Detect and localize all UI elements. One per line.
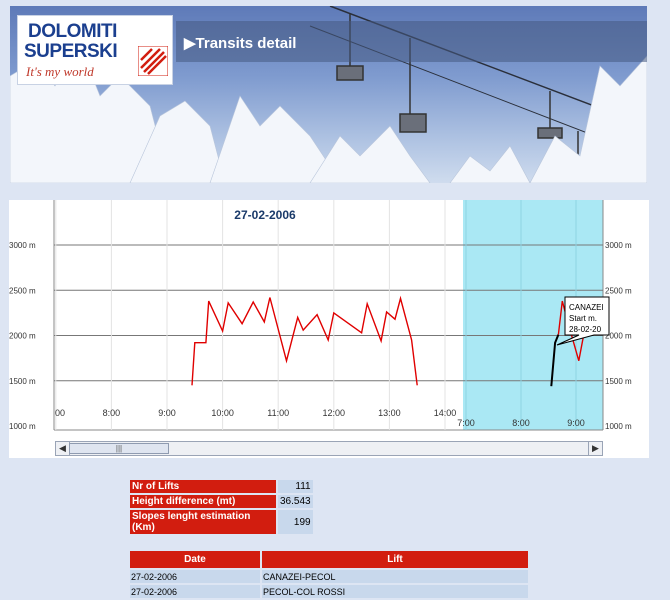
- scroll-left-arrow-icon[interactable]: ◀: [56, 442, 70, 455]
- altitude-time-chart: 1000 m 1000 m1500 m 1500 m2000 m 2000 m2500…: [9, 200, 632, 431]
- summary-table: Nr of Lifts 111 Height difference (mt) 3…: [128, 478, 315, 536]
- chart-date-title: 27-02-2006: [234, 208, 296, 222]
- summary-label: Slopes lenght estimation (Km): [130, 510, 276, 534]
- tooltip-line1: CANAZEI: [569, 303, 604, 312]
- y-tick-label: 1000 m: [9, 422, 36, 431]
- y-tick-label: 1500 m: [9, 377, 36, 386]
- transits-header-row: Date Lift: [130, 551, 528, 568]
- dolomiti-superski-logo[interactable]: DOLOMITI SUPERSKI It's my world: [18, 16, 172, 84]
- x-tick-label: 9:00: [158, 408, 176, 418]
- chart-horizontal-scrollbar[interactable]: ◀ ||| ▶: [55, 441, 603, 456]
- page-title-text: Transits detail: [195, 35, 297, 52]
- tooltip-line3: 28-02-20: [569, 325, 602, 334]
- summary-value: 199: [278, 510, 313, 534]
- table-row: 27-02-2006 CANAZEI-PECOL: [130, 570, 528, 583]
- summary-row: Nr of Lifts 111: [130, 480, 313, 493]
- x-tick-label: 12:00: [323, 408, 346, 418]
- x-tick-label: 00: [55, 408, 65, 418]
- y-tick-label: 3000 m: [605, 241, 632, 250]
- tooltip-line2: Start m.: [569, 314, 597, 323]
- table-row: 27-02-2006 PECOL-COL ROSSI: [130, 585, 528, 598]
- x-tick-label: 8:00: [512, 418, 530, 428]
- summary-label: Height difference (mt): [130, 495, 276, 508]
- transit-lift: CANAZEI-PECOL: [262, 570, 528, 583]
- y-tick-label: 2000 m: [9, 332, 36, 341]
- transits-table: Date Lift 27-02-2006 CANAZEI-PECOL 27-02…: [128, 549, 530, 600]
- summary-value: 111: [278, 480, 313, 493]
- page-title: ▶Transits detail: [184, 34, 296, 52]
- logo-tagline: It's my world: [26, 64, 94, 79]
- x-tick-label: 11:00: [267, 408, 289, 418]
- logo-mark-icon: [138, 46, 168, 76]
- logo-text-line1: DOLOMITI: [28, 21, 117, 42]
- header-banner: DOLOMITI SUPERSKI It's my world ▶Transit…: [10, 6, 647, 183]
- summary-label: Nr of Lifts: [130, 480, 276, 493]
- summary-row: Slopes lenght estimation (Km) 199: [130, 510, 313, 534]
- scroll-right-arrow-icon[interactable]: ▶: [588, 442, 602, 455]
- column-header-lift[interactable]: Lift: [262, 551, 528, 568]
- play-triangle-icon: ▶: [184, 35, 196, 52]
- y-tick-label: 2500 m: [605, 286, 632, 295]
- transit-lift: PECOL-COL ROSSI: [262, 585, 528, 598]
- transit-date: 27-02-2006: [130, 585, 260, 598]
- x-tick-label: 7:00: [457, 418, 475, 428]
- logo-text-line2: SUPERSKI: [24, 41, 118, 62]
- summary-row: Height difference (mt) 36.543: [130, 495, 313, 508]
- altitude-series-line: [191, 295, 418, 386]
- transits-chart[interactable]: 1000 m 1000 m 1500 m 1500 m 2000 m 2000 m 2500…: [9, 200, 649, 458]
- transit-date: 27-02-2006: [130, 570, 260, 583]
- y-tick-label: 2500 m: [9, 286, 36, 295]
- x-tick-label: 13:00: [378, 408, 401, 418]
- x-tick-label: 10:00: [211, 408, 234, 418]
- x-tick-label: 8:00: [103, 408, 121, 418]
- y-tick-label: 1000 m: [605, 422, 632, 431]
- scroll-thumb[interactable]: |||: [69, 443, 169, 454]
- column-header-date[interactable]: Date: [130, 551, 260, 568]
- summary-value: 36.543: [278, 495, 313, 508]
- y-tick-label: 1500 m: [605, 377, 632, 386]
- x-tick-label: 9:00: [567, 418, 585, 428]
- y-tick-label: 3000 m: [9, 241, 36, 250]
- x-tick-label: 14:00: [434, 408, 457, 418]
